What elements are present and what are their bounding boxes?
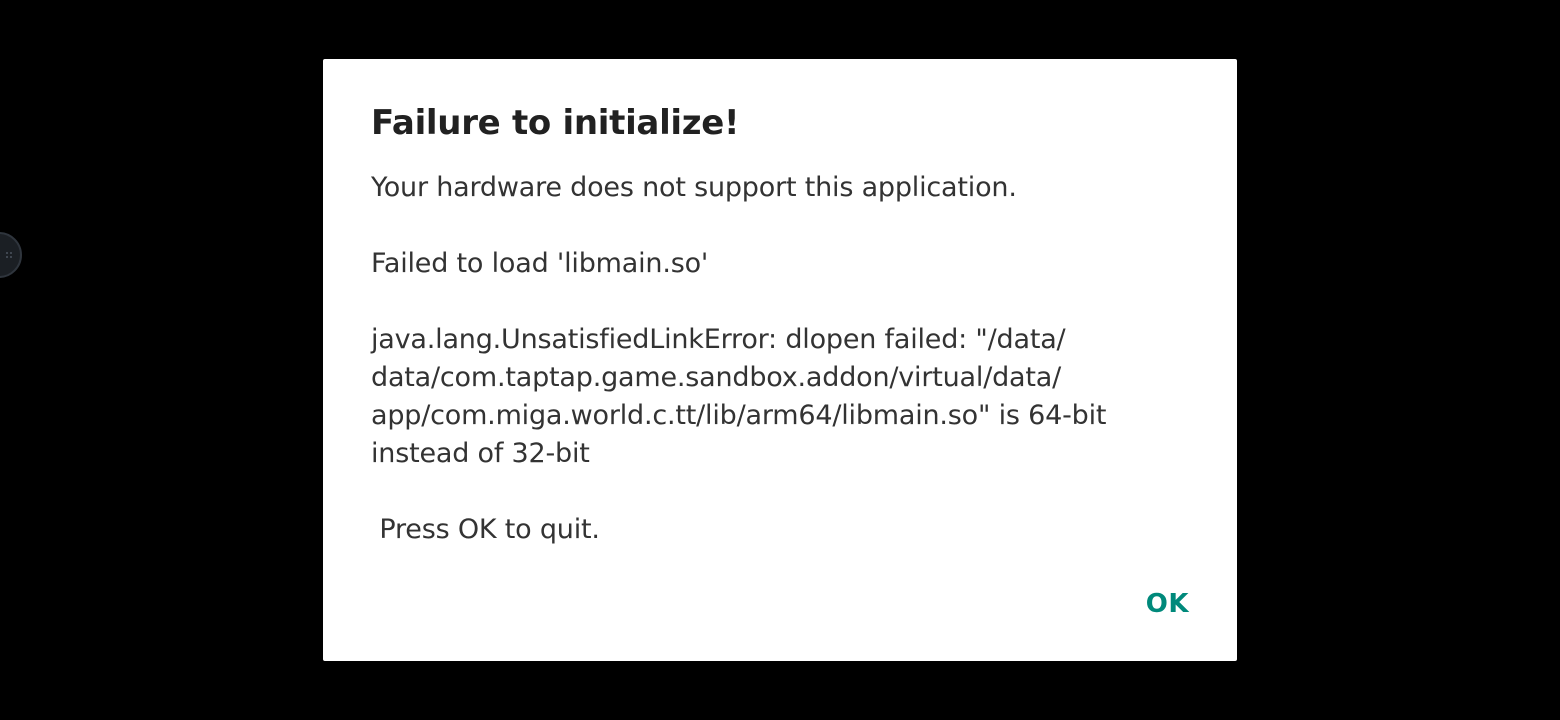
grid-dots-icon [6, 252, 12, 258]
dialog-message: Your hardware does not support this appl… [371, 172, 1107, 545]
dialog-actions: OK [1134, 583, 1189, 625]
floating-assistant-button[interactable] [0, 232, 22, 278]
app-screen: Failure to initialize! Your hardware doe… [0, 0, 1560, 720]
dialog-title: Failure to initialize! [371, 103, 740, 143]
error-dialog: Failure to initialize! Your hardware doe… [323, 59, 1237, 661]
ok-button[interactable]: OK [1134, 583, 1201, 625]
